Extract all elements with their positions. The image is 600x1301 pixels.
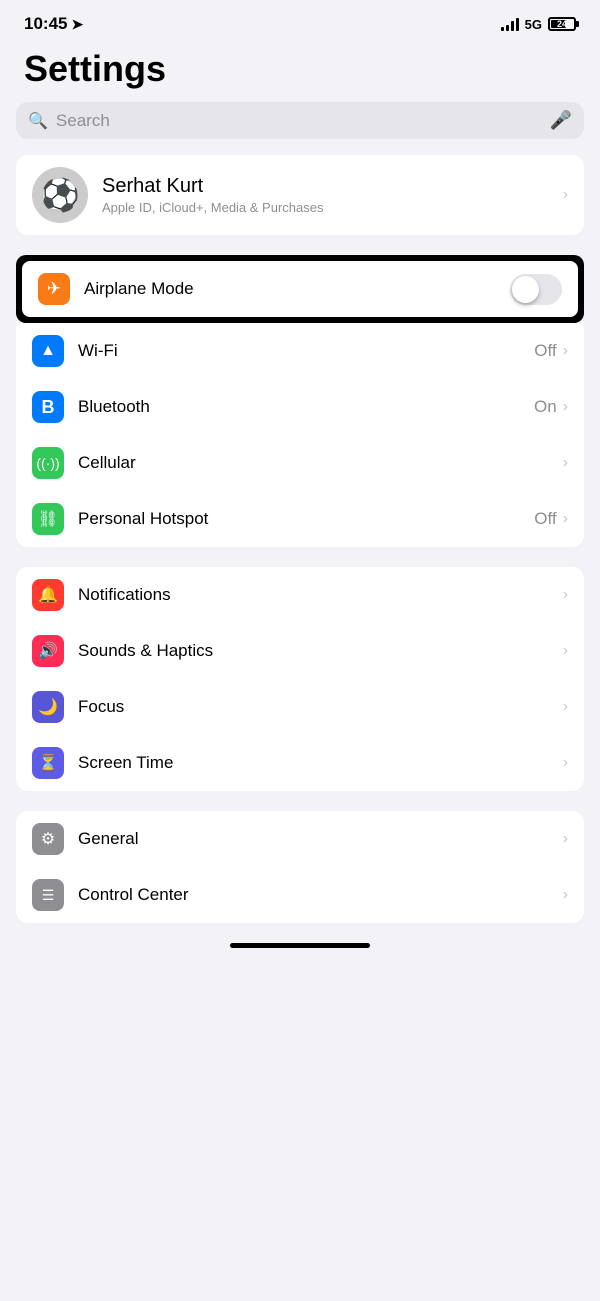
- bluetooth-chevron-icon: ›: [563, 398, 568, 416]
- page-header: Settings: [0, 40, 600, 102]
- bluetooth-label: Bluetooth: [78, 397, 534, 417]
- profile-info: Serhat Kurt Apple ID, iCloud+, Media & P…: [102, 175, 563, 215]
- signal-bar-1: [501, 27, 504, 31]
- focus-icon: 🌙: [32, 691, 64, 723]
- microphone-icon[interactable]: 🎤: [550, 110, 572, 131]
- general-label: General: [78, 829, 563, 849]
- screen-time-row[interactable]: ⏳ Screen Time ›: [16, 735, 584, 791]
- profile-row[interactable]: ⚽ Serhat Kurt Apple ID, iCloud+, Media &…: [16, 155, 584, 235]
- screen-time-chevron-icon: ›: [563, 754, 568, 772]
- focus-row[interactable]: 🌙 Focus ›: [16, 679, 584, 735]
- airplane-mode-icon: ✈: [38, 273, 70, 305]
- search-container: 🔍 Search 🎤: [0, 102, 600, 155]
- personal-hotspot-icon: ⛓: [32, 503, 64, 535]
- profile-name: Serhat Kurt: [102, 175, 563, 198]
- cellular-icon: ((·)): [32, 447, 64, 479]
- chevron-right-icon: ›: [563, 186, 568, 204]
- time-label: 10:45: [24, 14, 67, 34]
- page-title: Settings: [24, 48, 576, 90]
- personal-hotspot-label: Personal Hotspot: [78, 509, 534, 529]
- airplane-mode-highlight: ✈ Airplane Mode: [16, 255, 584, 323]
- focus-label: Focus: [78, 697, 563, 717]
- battery-percent: 24: [550, 19, 574, 29]
- wifi-chevron-icon: ›: [563, 342, 568, 360]
- search-bar[interactable]: 🔍 Search 🎤: [16, 102, 584, 139]
- sounds-haptics-label: Sounds & Haptics: [78, 641, 563, 661]
- status-bar: 10:45 ➤ 5G 24: [0, 0, 600, 40]
- battery-container: 24: [548, 17, 576, 31]
- control-center-icon: ☰: [32, 879, 64, 911]
- notifications-label: Notifications: [78, 585, 563, 605]
- personal-hotspot-value: Off: [534, 509, 556, 529]
- personal-hotspot-chevron-icon: ›: [563, 510, 568, 528]
- bluetooth-icon: B: [32, 391, 64, 423]
- search-placeholder: Search: [56, 111, 542, 131]
- wifi-value: Off: [534, 341, 556, 361]
- general-row[interactable]: ⚙ General ›: [16, 811, 584, 867]
- search-icon: 🔍: [28, 111, 48, 131]
- avatar: ⚽: [32, 167, 88, 223]
- wifi-row[interactable]: ▲ Wi-Fi Off ›: [16, 323, 584, 379]
- sounds-haptics-row[interactable]: 🔊 Sounds & Haptics ›: [16, 623, 584, 679]
- general-chevron-icon: ›: [563, 830, 568, 848]
- status-right: 5G 24: [501, 17, 576, 32]
- toggle-knob: [512, 276, 539, 303]
- cellular-row[interactable]: ((·)) Cellular ›: [16, 435, 584, 491]
- airplane-mode-toggle[interactable]: [510, 274, 562, 305]
- sounds-haptics-icon: 🔊: [32, 635, 64, 667]
- control-center-chevron-icon: ›: [563, 886, 568, 904]
- signal-bars: [501, 17, 519, 31]
- general-icon: ⚙: [32, 823, 64, 855]
- cellular-chevron-icon: ›: [563, 454, 568, 472]
- notifications-row[interactable]: 🔔 Notifications ›: [16, 567, 584, 623]
- bluetooth-row[interactable]: B Bluetooth On ›: [16, 379, 584, 435]
- signal-bar-2: [506, 25, 509, 31]
- notifications-icon: 🔔: [32, 579, 64, 611]
- signal-bar-3: [511, 21, 514, 31]
- network-type: 5G: [525, 17, 542, 32]
- focus-chevron-icon: ›: [563, 698, 568, 716]
- screen-time-icon: ⏳: [32, 747, 64, 779]
- personal-hotspot-row[interactable]: ⛓ Personal Hotspot Off ›: [16, 491, 584, 547]
- wifi-label: Wi-Fi: [78, 341, 534, 361]
- cellular-label: Cellular: [78, 453, 563, 473]
- home-indicator: [230, 943, 370, 948]
- notifications-section: 🔔 Notifications › 🔊 Sounds & Haptics › 🌙…: [16, 567, 584, 791]
- profile-subtitle: Apple ID, iCloud+, Media & Purchases: [102, 200, 563, 215]
- bluetooth-value: On: [534, 397, 557, 417]
- signal-bar-4: [516, 18, 519, 31]
- status-time: 10:45 ➤: [24, 14, 83, 34]
- control-center-row[interactable]: ☰ Control Center ›: [16, 867, 584, 923]
- battery-icon: 24: [548, 17, 576, 31]
- airplane-mode-label: Airplane Mode: [84, 279, 510, 299]
- connectivity-section: ▲ Wi-Fi Off › B Bluetooth On › ((·)) Cel…: [16, 323, 584, 547]
- general-section: ⚙ General › ☰ Control Center ›: [16, 811, 584, 923]
- location-arrow-icon: ➤: [71, 16, 83, 33]
- screen-time-label: Screen Time: [78, 753, 563, 773]
- airplane-mode-row[interactable]: ✈ Airplane Mode: [22, 261, 578, 317]
- sounds-haptics-chevron-icon: ›: [563, 642, 568, 660]
- wifi-icon: ▲: [32, 335, 64, 367]
- control-center-label: Control Center: [78, 885, 563, 905]
- notifications-chevron-icon: ›: [563, 586, 568, 604]
